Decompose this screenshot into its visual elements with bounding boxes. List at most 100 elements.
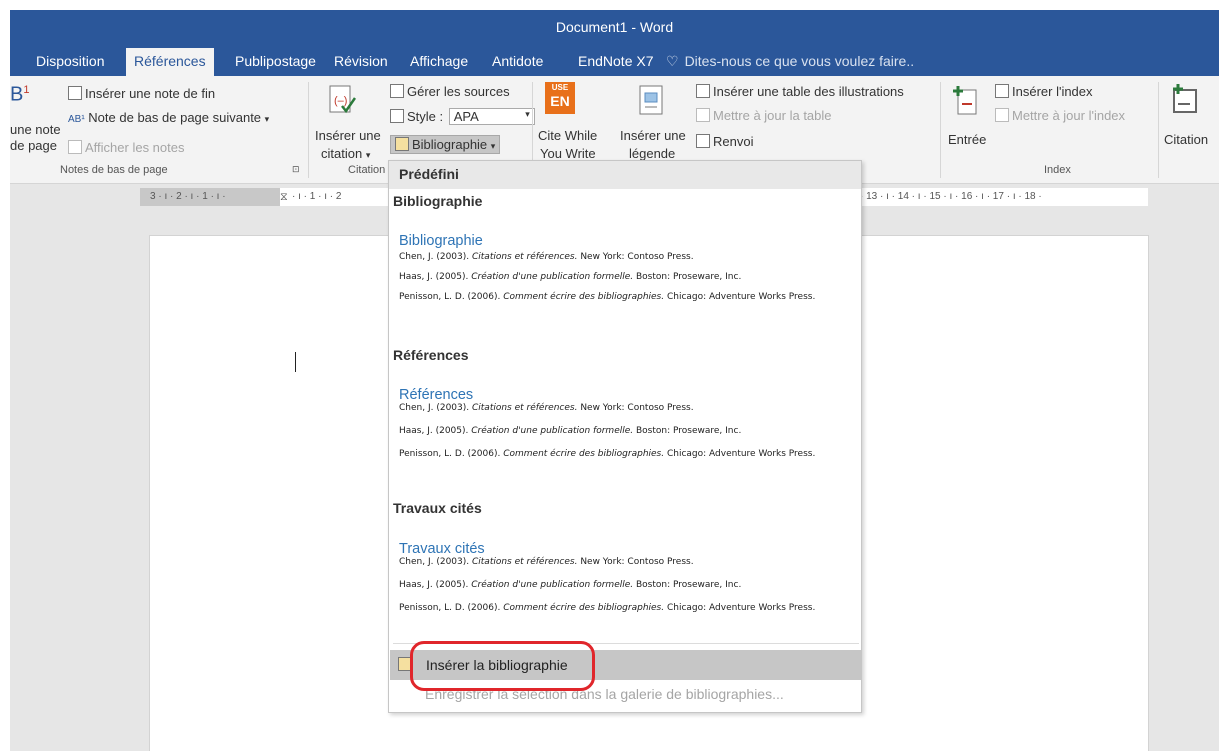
ribbon-tab-bar: Disposition Références Publipostage Révi… bbox=[10, 46, 1219, 76]
bib-entry: Penisson, L. D. (2006). Comment écrire d… bbox=[399, 603, 816, 613]
ruler-right-ticks: · 13 · ı · 14 · ı · 15 · ı · 16 · ı · 17… bbox=[860, 191, 1042, 202]
manage-sources-button[interactable]: Gérer les sources bbox=[390, 84, 510, 99]
section-label-references: Références bbox=[393, 347, 469, 363]
style-value: APA bbox=[453, 109, 479, 124]
tab-antidote[interactable]: Antidote bbox=[484, 48, 551, 76]
insert-footnote-label-1[interactable]: une note bbox=[10, 122, 61, 137]
cross-reference-label: Renvoi bbox=[713, 134, 754, 149]
insert-index-button[interactable]: Insérer l'index bbox=[995, 84, 1093, 99]
bib-entry: Chen, J. (2003). Citations et références… bbox=[399, 557, 694, 567]
chevron-down-icon: ▾ bbox=[365, 150, 371, 160]
insert-index-label: Insérer l'index bbox=[1012, 84, 1093, 99]
gallery-item-title: Bibliographie bbox=[399, 233, 483, 249]
insert-caption-label-1[interactable]: Insérer une bbox=[620, 128, 686, 144]
endnote-icon-main-text: EN bbox=[550, 93, 570, 109]
mark-entry-icon[interactable] bbox=[952, 84, 980, 116]
bib-entry: Chen, J. (2003). Citations et références… bbox=[399, 403, 694, 413]
insert-footnote-label-2[interactable]: de page bbox=[10, 138, 57, 153]
update-index-icon bbox=[995, 108, 1009, 122]
tell-me-box[interactable]: ♡ Dites-nous ce que vous voulez faire.. bbox=[658, 48, 922, 76]
ruler-indent-marker-icon[interactable]: ⧖ bbox=[280, 188, 288, 206]
gallery-item-travaux-cites[interactable]: Travaux cités Chen, J. (2003). Citations… bbox=[399, 541, 854, 613]
lightbulb-icon: ♡ bbox=[666, 53, 679, 69]
chevron-down-icon: ▾ bbox=[264, 114, 270, 124]
bib-entry: Haas, J. (2005). Création d'une publicat… bbox=[399, 272, 742, 282]
show-notes-button[interactable]: Afficher les notes bbox=[68, 140, 184, 155]
update-table-icon bbox=[696, 108, 710, 122]
ribbon-separator bbox=[940, 82, 941, 178]
cross-reference-icon bbox=[696, 134, 710, 148]
bibliography-label: Bibliographie bbox=[412, 137, 488, 152]
bibliography-button[interactable]: Bibliographie ▾ bbox=[390, 135, 501, 154]
group-label-citations: Citation bbox=[348, 164, 386, 176]
show-notes-icon bbox=[68, 140, 82, 154]
group-dialog-launcher-icon[interactable]: ⊡ bbox=[292, 164, 300, 175]
tab-disposition[interactable]: Disposition bbox=[28, 48, 112, 76]
group-label-footnotes: Notes de bas de page bbox=[60, 164, 168, 176]
title-bar: Document1 - Word bbox=[10, 10, 1219, 46]
cite-while-you-write-label-1[interactable]: Cite While bbox=[538, 128, 597, 144]
svg-text:(–): (–) bbox=[334, 95, 347, 107]
insert-endnote-button[interactable]: Insérer une note de fin bbox=[68, 86, 215, 101]
bib-entry: Haas, J. (2005). Création d'une publicat… bbox=[399, 580, 742, 590]
section-label-travaux-cites: Travaux cités bbox=[393, 500, 482, 516]
update-index-button[interactable]: Mettre à jour l'index bbox=[995, 108, 1125, 123]
cross-reference-button[interactable]: Renvoi bbox=[696, 134, 753, 149]
tab-revision[interactable]: Révision bbox=[326, 48, 396, 76]
tell-me-text: Dites-nous ce que vous voulez faire.. bbox=[684, 53, 915, 69]
endnote-icon-top-text: USE bbox=[551, 83, 569, 92]
update-table-button[interactable]: Mettre à jour la table bbox=[696, 108, 832, 123]
style-dropdown[interactable]: APA ▾ bbox=[448, 108, 535, 125]
insert-caption-icon[interactable] bbox=[638, 84, 666, 116]
section-label-bibliographie: Bibliographie bbox=[393, 193, 483, 209]
style-label: Style : bbox=[407, 109, 444, 124]
insert-table-of-figures-label: Insérer une table des illustrations bbox=[713, 84, 904, 99]
text-cursor bbox=[295, 352, 296, 372]
tab-endnote[interactable]: EndNote X7 bbox=[570, 48, 662, 76]
gallery-header: Prédéfini bbox=[389, 161, 861, 189]
endnote-cwyw-icon[interactable]: USE EN bbox=[545, 82, 575, 114]
tab-references[interactable]: Références bbox=[126, 48, 214, 76]
next-footnote-icon: AB¹ bbox=[68, 114, 85, 125]
chevron-down-icon: ▾ bbox=[525, 109, 530, 119]
mark-citation-label[interactable]: Citation bbox=[1164, 132, 1208, 148]
gallery-item-title: Travaux cités bbox=[399, 541, 485, 557]
bibliography-icon bbox=[395, 137, 409, 151]
insert-citation-label-2-text: citation bbox=[321, 146, 363, 161]
gallery-item-title: Références bbox=[399, 387, 474, 403]
next-footnote-button[interactable]: AB¹ Note de bas de page suivante ▾ bbox=[68, 110, 269, 125]
gallery-item-bibliographie[interactable]: Bibliographie Chen, J. (2003). Citations… bbox=[399, 233, 854, 302]
insert-endnote-label: Insérer une note de fin bbox=[85, 86, 216, 101]
tab-affichage[interactable]: Affichage bbox=[402, 48, 476, 76]
bibliography-dropdown: Prédéfini Bibliographie Bibliographie Ch… bbox=[388, 160, 862, 713]
group-label-index: Index bbox=[1044, 164, 1071, 176]
chevron-down-icon: ▾ bbox=[490, 141, 496, 151]
bib-entry: Chen, J. (2003). Citations et références… bbox=[399, 252, 694, 262]
manage-sources-icon bbox=[390, 84, 404, 98]
next-footnote-label: Note de bas de page suivante bbox=[88, 110, 262, 125]
insert-citation-label-2[interactable]: citation ▾ bbox=[321, 146, 370, 163]
bib-entry: Haas, J. (2005). Création d'une publicat… bbox=[399, 426, 742, 436]
highlight-annotation-ring bbox=[410, 641, 595, 691]
insert-citation-icon[interactable]: (–) bbox=[328, 84, 357, 116]
insert-index-icon bbox=[995, 84, 1009, 98]
bib-entry: Penisson, L. D. (2006). Comment écrire d… bbox=[399, 292, 816, 302]
style-selector[interactable]: Style : APA ▾ bbox=[390, 108, 535, 125]
mark-entry-label[interactable]: Entrée bbox=[948, 132, 986, 148]
style-icon bbox=[390, 109, 404, 123]
ribbon-separator bbox=[1158, 82, 1159, 178]
insert-citation-label-1[interactable]: Insérer une bbox=[315, 128, 381, 144]
gallery-item-references[interactable]: Références Chen, J. (2003). Citations et… bbox=[399, 387, 854, 459]
show-notes-label: Afficher les notes bbox=[85, 140, 185, 155]
insert-table-of-figures-button[interactable]: Insérer une table des illustrations bbox=[696, 84, 904, 99]
mark-citation-icon[interactable] bbox=[1170, 82, 1198, 114]
update-table-label: Mettre à jour la table bbox=[713, 108, 832, 123]
update-index-label: Mettre à jour l'index bbox=[1012, 108, 1126, 123]
bib-entry: Penisson, L. D. (2006). Comment écrire d… bbox=[399, 449, 816, 459]
ruler-left-ticks: 3 · ı · 2 · ı · 1 · ı · bbox=[150, 191, 226, 202]
tab-publipostage[interactable]: Publipostage bbox=[227, 48, 324, 76]
insert-footnote-icon[interactable]: B1 bbox=[10, 82, 29, 104]
ribbon-separator bbox=[308, 82, 309, 178]
ruler-mid-ticks: · ı · 1 · ı · 2 bbox=[292, 191, 342, 202]
table-of-figures-icon bbox=[696, 84, 710, 98]
